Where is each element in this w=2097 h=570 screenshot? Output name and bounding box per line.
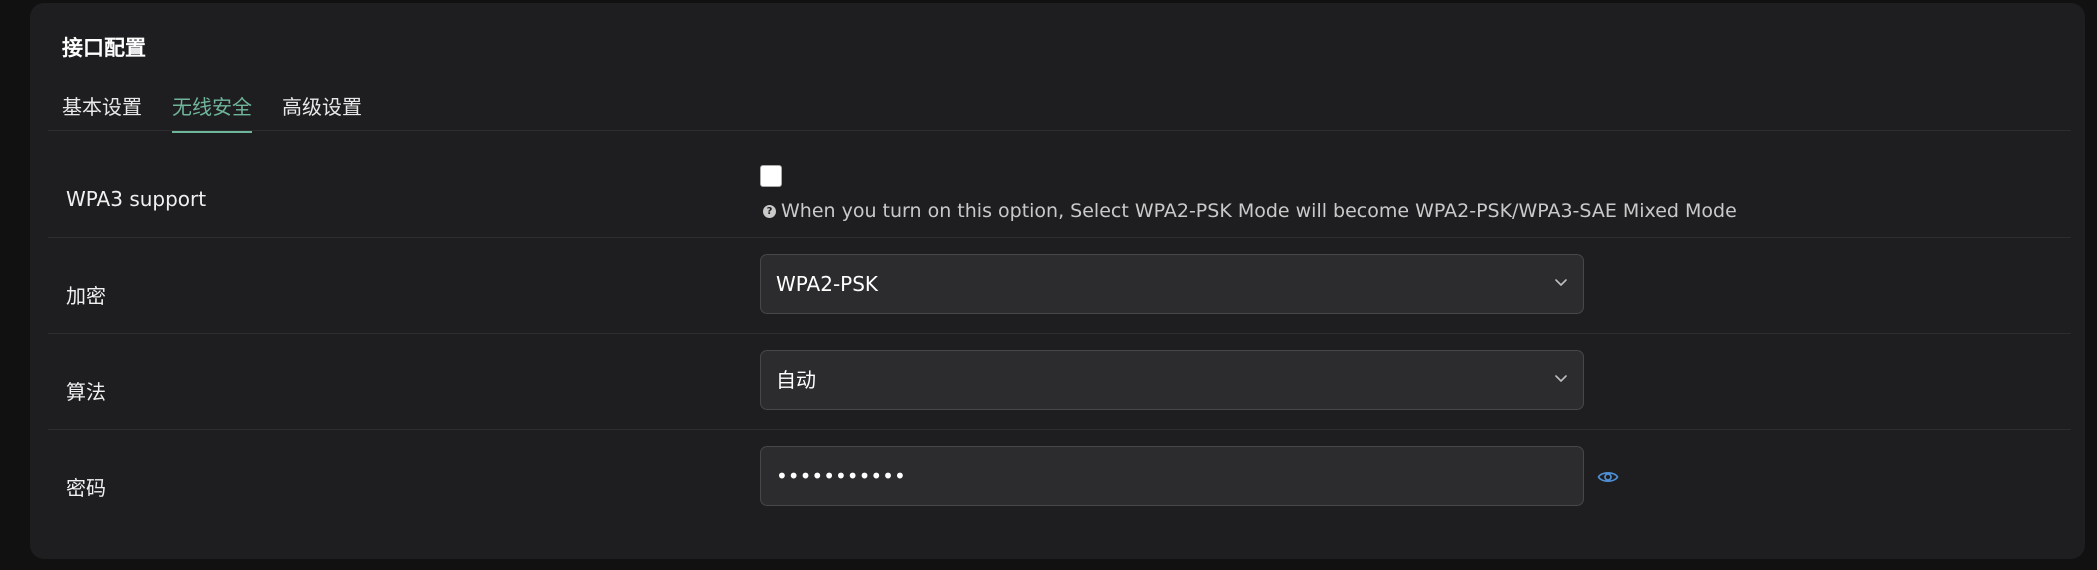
encryption-label: 加密 xyxy=(66,284,106,308)
interface-config-panel: 接口配置 基本设置 无线安全 高级设置 WPA3 support ? When … xyxy=(30,3,2085,559)
wpa3-support-label: WPA3 support xyxy=(66,187,207,211)
password-label: 密码 xyxy=(66,476,106,500)
encryption-select-value: WPA2-PSK xyxy=(776,272,879,296)
wpa3-help-text: ? When you turn on this option, Select W… xyxy=(763,200,1737,222)
password-input[interactable]: ••••••••••• xyxy=(760,446,1584,506)
encryption-select[interactable]: WPA2-PSK xyxy=(760,254,1584,314)
password-input-value: ••••••••••• xyxy=(776,464,906,488)
algorithm-select-value: 自动 xyxy=(776,368,816,392)
tab-wireless-security[interactable]: 无线安全 xyxy=(172,91,252,133)
algorithm-label: 算法 xyxy=(66,380,106,404)
algorithm-select[interactable]: 自动 xyxy=(760,350,1584,410)
tab-basic-settings[interactable]: 基本设置 xyxy=(62,91,142,133)
row-divider xyxy=(48,429,2071,430)
chevron-down-icon xyxy=(1555,375,1567,382)
tabs-divider xyxy=(48,130,2071,131)
row-divider xyxy=(48,333,2071,334)
eye-icon[interactable] xyxy=(1597,469,1619,485)
wpa3-support-checkbox[interactable] xyxy=(760,165,782,187)
question-circle-icon: ? xyxy=(763,204,776,218)
tab-bar: 基本设置 无线安全 高级设置 xyxy=(62,91,362,133)
row-divider xyxy=(48,237,2071,238)
wpa3-help-message: When you turn on this option, Select WPA… xyxy=(781,200,1737,222)
chevron-down-icon xyxy=(1555,279,1567,286)
panel-title: 接口配置 xyxy=(62,36,146,60)
tab-advanced-settings[interactable]: 高级设置 xyxy=(282,91,362,133)
